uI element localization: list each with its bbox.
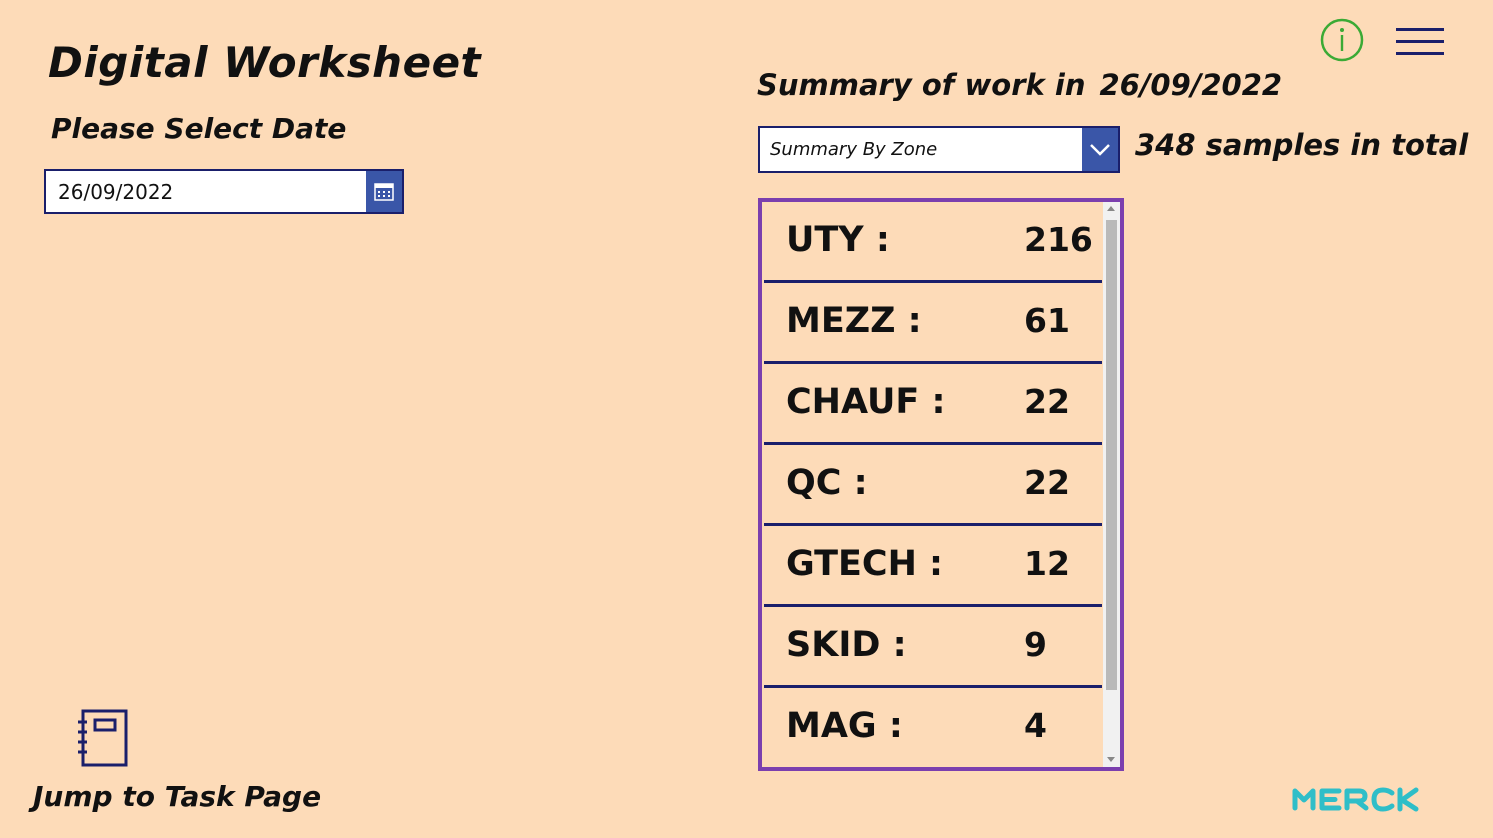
info-icon[interactable]: [1320, 18, 1364, 66]
zone-count: 61: [1024, 301, 1070, 340]
zone-label: UTY :: [786, 220, 890, 260]
zone-row[interactable]: CHAUF : 22: [764, 364, 1102, 445]
zone-row[interactable]: GTECH : 12: [764, 526, 1102, 607]
summary-heading-prefix: Summary of work in: [757, 68, 1086, 102]
chevron-down-icon: [1090, 143, 1110, 156]
app-title: Digital Worksheet: [48, 38, 482, 87]
zone-count: 9: [1024, 625, 1047, 664]
zone-label: MEZZ :: [786, 301, 922, 341]
zone-count: 22: [1024, 463, 1070, 502]
jump-to-task-link[interactable]: Jump to Task Page: [33, 780, 321, 813]
zone-row[interactable]: QC : 22: [764, 445, 1102, 526]
zone-count: 12: [1024, 544, 1070, 583]
merck-logo: [1292, 786, 1420, 816]
dropdown-selected-value[interactable]: Summary By Zone: [760, 128, 1082, 171]
zone-label: QC :: [786, 463, 868, 503]
date-prompt-label: Please Select Date: [51, 112, 347, 145]
zone-row[interactable]: MEZZ : 61: [764, 283, 1102, 364]
date-picker-value[interactable]: 26/09/2022: [46, 171, 366, 212]
calendar-button[interactable]: [366, 171, 402, 212]
zone-label: CHAUF :: [786, 382, 946, 422]
calendar-icon: [374, 182, 394, 201]
hamburger-menu-icon[interactable]: [1396, 26, 1444, 62]
zone-label: SKID :: [786, 625, 907, 665]
summary-mode-dropdown[interactable]: Summary By Zone: [758, 126, 1120, 173]
zone-summary-gallery[interactable]: UTY : 216 MEZZ : 61 CHAUF : 22 QC : 22 G…: [758, 198, 1124, 771]
scroll-down-arrow-icon[interactable]: [1107, 757, 1115, 762]
dropdown-toggle[interactable]: [1082, 128, 1118, 171]
samples-total: 348 samples in total: [1135, 128, 1469, 162]
notebook-icon[interactable]: [75, 708, 131, 772]
zone-label: MAG :: [786, 706, 903, 746]
summary-date: 26/09/2022: [1099, 68, 1283, 102]
gallery-scrollbar[interactable]: [1103, 202, 1120, 767]
zone-count: 22: [1024, 382, 1070, 421]
zone-row[interactable]: MAG : 4: [764, 688, 1102, 767]
scroll-up-arrow-icon[interactable]: [1107, 206, 1115, 211]
zone-row[interactable]: SKID : 9: [764, 607, 1102, 688]
date-picker[interactable]: 26/09/2022: [44, 169, 404, 214]
zone-count: 4: [1024, 706, 1047, 745]
zone-count: 216: [1024, 220, 1093, 259]
scrollbar-thumb[interactable]: [1106, 220, 1117, 690]
zone-row[interactable]: UTY : 216: [764, 202, 1102, 283]
summary-heading: Summary of work in 26/09/2022: [757, 68, 1282, 102]
zone-label: GTECH :: [786, 544, 944, 584]
